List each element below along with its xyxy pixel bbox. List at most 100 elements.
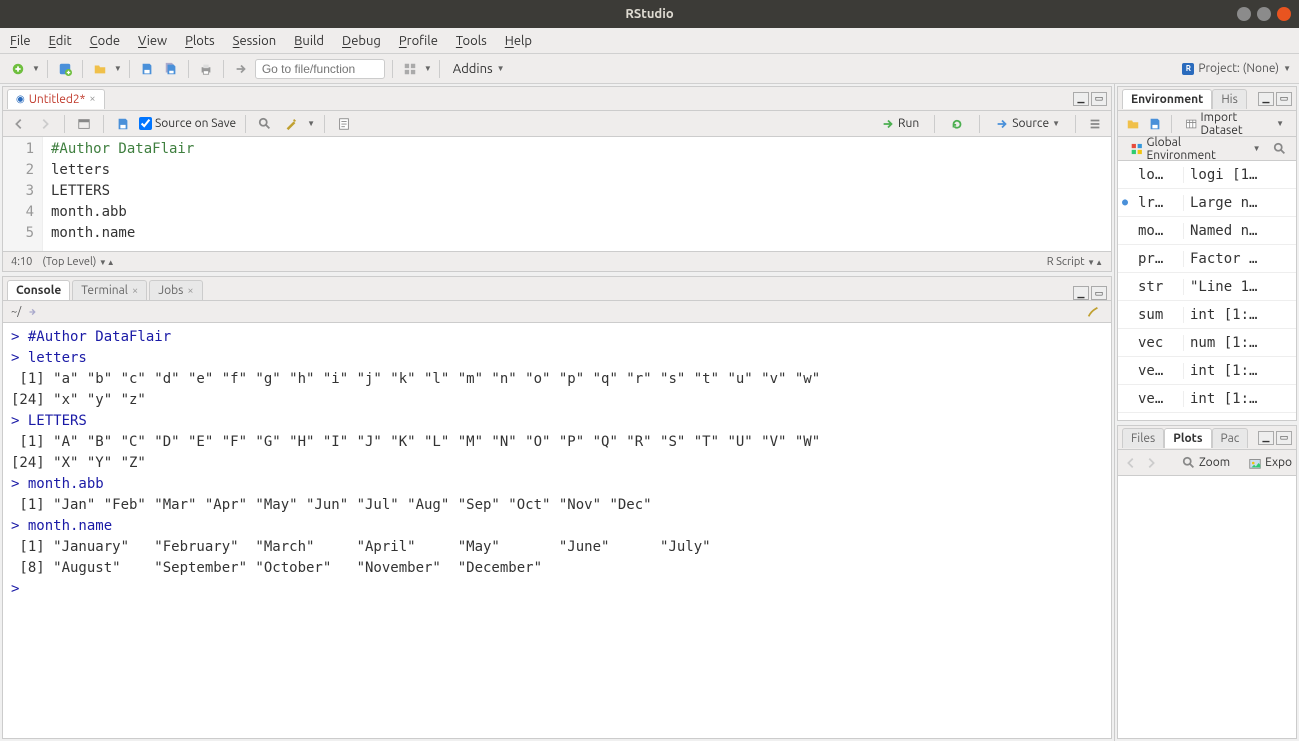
clear-console-icon[interactable] — [1083, 302, 1103, 322]
console-pane: Console Terminal × Jobs × ▁ ▭ ~/ > #Auth… — [2, 276, 1112, 739]
scope-selector[interactable]: (Top Level) ▼▲ — [42, 256, 114, 268]
minimize-console-icon[interactable]: ▁ — [1073, 286, 1089, 300]
zoom-button[interactable]: Zoom — [1176, 454, 1236, 472]
console-tabbar: Console Terminal × Jobs × ▁ ▭ — [3, 277, 1111, 301]
wand-icon[interactable] — [281, 114, 301, 134]
console-popout-icon[interactable] — [23, 302, 43, 322]
search-env-icon[interactable] — [1271, 139, 1290, 159]
tab-history[interactable]: His — [1212, 89, 1247, 109]
new-project-icon[interactable] — [55, 59, 75, 79]
run-button[interactable]: Run — [875, 115, 925, 133]
wand-dropdown-icon[interactable]: ▼ — [307, 119, 315, 128]
source-button[interactable]: Source ▼ — [989, 115, 1066, 133]
menu-plots[interactable]: Plots — [185, 34, 215, 48]
global-env-selector[interactable]: Global Environment ▼ — [1124, 134, 1267, 164]
plot-area — [1118, 476, 1296, 738]
source-on-save-label: Source on Save — [155, 117, 236, 130]
env-row[interactable]: ●lr…Large n… — [1118, 189, 1296, 217]
source-editor[interactable]: 12345 #Author DataFlairlettersLETTERSmon… — [3, 137, 1111, 251]
close-jobs-icon[interactable]: × — [187, 285, 193, 297]
minimize-button[interactable] — [1237, 7, 1251, 21]
tab-terminal[interactable]: Terminal × — [72, 280, 147, 300]
plots-toolbar: Zoom Expo — [1118, 450, 1296, 476]
save-file-icon[interactable] — [113, 114, 133, 134]
filetype-selector[interactable]: R Script ▼▲ — [1047, 256, 1103, 268]
close-button[interactable] — [1277, 7, 1291, 21]
print-icon[interactable] — [196, 59, 216, 79]
tab-console[interactable]: Console — [7, 280, 70, 300]
open-file-icon[interactable] — [90, 59, 110, 79]
tab-plots[interactable]: Plots — [1164, 428, 1211, 448]
environment-list[interactable]: lo…logi [1…●lr…Large n…mo…Named n…pr…Fac… — [1118, 161, 1296, 420]
env-row[interactable]: str"Line 1… — [1118, 273, 1296, 301]
maximize-button[interactable] — [1257, 7, 1271, 21]
console-output[interactable]: > #Author DataFlair> letters [1] "a" "b"… — [3, 323, 1111, 738]
minimize-env-icon[interactable]: ▁ — [1258, 92, 1274, 106]
compile-report-icon[interactable] — [334, 114, 354, 134]
tab-environment[interactable]: Environment — [1122, 89, 1212, 109]
env-row[interactable]: vecnum [1:… — [1118, 329, 1296, 357]
menu-file[interactable]: File — [10, 34, 31, 48]
menu-debug[interactable]: Debug — [342, 34, 381, 48]
zoom-label: Zoom — [1199, 456, 1230, 469]
save-workspace-icon[interactable] — [1146, 114, 1164, 134]
env-row[interactable]: ve…int [1:… — [1118, 385, 1296, 413]
rerun-button[interactable] — [944, 115, 970, 133]
maximize-pane-icon[interactable]: ▭ — [1091, 92, 1107, 106]
menu-edit[interactable]: Edit — [49, 34, 72, 48]
maximize-console-icon[interactable]: ▭ — [1091, 286, 1107, 300]
grid-icon[interactable] — [400, 59, 420, 79]
source-tabbar: ◉ Untitled2* × ▁ ▭ — [3, 87, 1111, 111]
plot-prev-icon[interactable] — [1124, 453, 1138, 473]
export-label: Expo — [1265, 456, 1292, 469]
close-tab-icon[interactable]: × — [89, 93, 95, 105]
maximize-plots-icon[interactable]: ▭ — [1276, 431, 1292, 445]
environment-scope-bar: Global Environment ▼ — [1118, 137, 1296, 161]
maximize-env-icon[interactable]: ▭ — [1276, 92, 1292, 106]
new-file-icon[interactable] — [8, 59, 28, 79]
env-row[interactable]: pr…Factor … — [1118, 245, 1296, 273]
project-selector[interactable]: R Project: (None) ▼ — [1182, 62, 1291, 75]
source-on-save-input[interactable] — [139, 117, 152, 130]
export-button[interactable]: Expo — [1242, 454, 1298, 472]
env-row[interactable]: sumint [1:… — [1118, 301, 1296, 329]
menu-tools[interactable]: Tools — [456, 34, 487, 48]
tab-packages[interactable]: Pac — [1212, 428, 1249, 448]
env-row[interactable]: ve…int [1:… — [1118, 357, 1296, 385]
grid-dropdown-icon[interactable]: ▼ — [424, 64, 432, 73]
env-row[interactable]: lo…logi [1… — [1118, 161, 1296, 189]
menu-view[interactable]: View — [138, 34, 167, 48]
source-tab-untitled2[interactable]: ◉ Untitled2* × — [7, 89, 105, 109]
env-row[interactable]: mo…Named n… — [1118, 217, 1296, 245]
menu-profile[interactable]: Profile — [399, 34, 438, 48]
project-label: Project: (None) — [1198, 62, 1279, 75]
new-file-dropdown-icon[interactable]: ▼ — [32, 64, 40, 73]
source-tab-title: Untitled2* — [29, 93, 86, 106]
r-file-icon: ◉ — [16, 93, 25, 105]
minimize-plots-icon[interactable]: ▁ — [1258, 431, 1274, 445]
load-workspace-icon[interactable] — [1124, 114, 1142, 134]
tab-files[interactable]: Files — [1122, 428, 1164, 448]
save-all-icon[interactable] — [161, 59, 181, 79]
menu-build[interactable]: Build — [294, 34, 324, 48]
goto-file-input[interactable] — [255, 59, 385, 79]
back-icon[interactable] — [9, 114, 29, 134]
tab-jobs[interactable]: Jobs × — [149, 280, 202, 300]
close-terminal-icon[interactable]: × — [132, 285, 138, 297]
addins-button[interactable]: Addins ▼ — [447, 62, 511, 76]
import-dataset-label: Import Dataset — [1201, 111, 1274, 137]
source-on-save-checkbox[interactable]: Source on Save — [139, 117, 236, 130]
save-icon[interactable] — [137, 59, 157, 79]
show-in-window-icon[interactable] — [74, 114, 94, 134]
menu-help[interactable]: Help — [505, 34, 532, 48]
minimize-pane-icon[interactable]: ▁ — [1073, 92, 1089, 106]
outline-icon[interactable] — [1085, 114, 1105, 134]
open-recent-dropdown-icon[interactable]: ▼ — [114, 64, 122, 73]
menu-session[interactable]: Session — [233, 34, 276, 48]
menu-code[interactable]: Code — [90, 34, 120, 48]
plot-next-icon[interactable] — [1144, 453, 1158, 473]
env-scope-dropdown-icon: ▼ — [1253, 144, 1261, 153]
environment-tabbar: Environment His ▁ ▭ — [1118, 87, 1296, 111]
forward-icon[interactable] — [35, 114, 55, 134]
find-icon[interactable] — [255, 114, 275, 134]
